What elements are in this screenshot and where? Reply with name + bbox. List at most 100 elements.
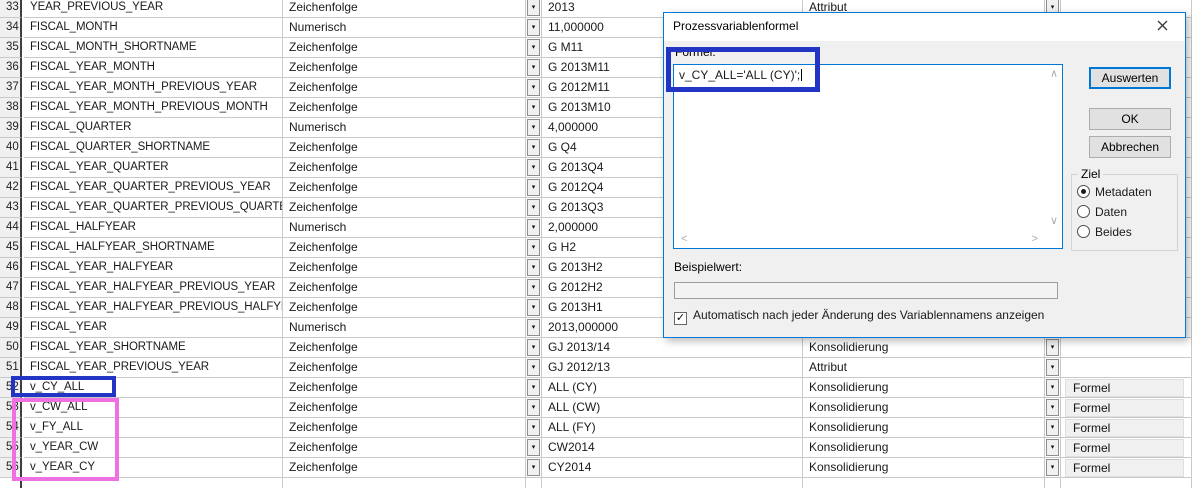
variable-name-cell[interactable]: FISCAL_YEAR	[24, 318, 283, 338]
row-number[interactable]: 43	[0, 198, 22, 218]
formel-button[interactable]: Formel	[1065, 439, 1184, 457]
type-dropdown[interactable]: ▾	[526, 278, 542, 298]
type-cell[interactable]: Zeichenfolge	[283, 398, 526, 418]
row-number[interactable]: 39	[0, 118, 22, 138]
value-cell[interactable]: GJ 2013/14	[542, 338, 803, 358]
row-number[interactable]: 49	[0, 318, 22, 338]
attribute-cell[interactable]: Attribut	[803, 358, 1045, 378]
type-dropdown[interactable]: ▾	[526, 178, 542, 198]
type-dropdown[interactable]: ▾	[526, 458, 542, 478]
type-dropdown[interactable]: ▾	[526, 38, 542, 58]
radio-beides[interactable]: Beides	[1077, 225, 1132, 239]
attribute-cell[interactable]	[803, 478, 1045, 488]
chevron-down-icon[interactable]: ▾	[1046, 459, 1059, 476]
row-number[interactable]: 47	[0, 278, 22, 298]
type-cell[interactable]: Numerisch	[283, 118, 526, 138]
chevron-down-icon[interactable]: ▾	[1046, 339, 1059, 356]
chevron-down-icon[interactable]: ▾	[1046, 359, 1059, 376]
type-dropdown[interactable]: ▾	[526, 138, 542, 158]
attribute-cell[interactable]: Konsolidierung	[803, 378, 1045, 398]
row-number[interactable]: 46	[0, 258, 22, 278]
dialog-titlebar[interactable]: Prozessvariablenformel	[664, 13, 1185, 41]
variable-name-cell[interactable]: FISCAL_HALFYEAR	[24, 218, 283, 238]
scrollbar-left-icon[interactable]: <	[681, 234, 687, 245]
type-dropdown[interactable]: ▾	[526, 18, 542, 38]
abbrechen-button[interactable]: Abbrechen	[1089, 136, 1171, 158]
variable-name-cell[interactable]: FISCAL_MONTH_SHORTNAME	[24, 38, 283, 58]
type-cell[interactable]: Zeichenfolge	[283, 338, 526, 358]
formel-button[interactable]: Formel	[1065, 379, 1184, 397]
row-number[interactable]: 37	[0, 78, 22, 98]
variable-name-cell[interactable]: FISCAL_MONTH	[24, 18, 283, 38]
formel-button[interactable]: Formel	[1065, 419, 1184, 437]
chevron-down-icon[interactable]: ▾	[527, 419, 540, 436]
type-dropdown[interactable]: ▾	[526, 78, 542, 98]
attribute-dropdown[interactable]: ▾	[1045, 458, 1061, 478]
value-cell[interactable]: ALL (FY)	[542, 418, 803, 438]
type-dropdown[interactable]: ▾	[526, 358, 542, 378]
variable-name-cell[interactable]: FISCAL_QUARTER_SHORTNAME	[24, 138, 283, 158]
type-cell[interactable]: Zeichenfolge	[283, 58, 526, 78]
type-dropdown[interactable]: ▾	[526, 338, 542, 358]
type-dropdown[interactable]: ▾	[526, 158, 542, 178]
scrollbar-right-icon[interactable]: >	[1032, 234, 1038, 245]
row-number[interactable]: 38	[0, 98, 22, 118]
variable-name-cell[interactable]: FISCAL_YEAR_QUARTER_PREVIOUS_YEAR	[24, 178, 283, 198]
radio-metadaten[interactable]: Metadaten	[1077, 185, 1152, 199]
scrollbar-up-icon[interactable]: ∧	[1050, 69, 1058, 80]
type-cell[interactable]: Zeichenfolge	[283, 0, 526, 18]
value-cell[interactable]: GJ 2012/13	[542, 358, 803, 378]
variable-name-cell[interactable]: FISCAL_YEAR_MONTH_PREVIOUS_MONTH	[24, 98, 283, 118]
formel-button[interactable]: Formel	[1065, 459, 1184, 477]
type-dropdown[interactable]: ▾	[526, 298, 542, 318]
auto-anzeigen-checkbox[interactable]: ✓Automatisch nach jeder Änderung des Var…	[674, 309, 1044, 323]
value-cell[interactable]: CY2014	[542, 458, 803, 478]
type-cell[interactable]: Zeichenfolge	[283, 438, 526, 458]
chevron-down-icon[interactable]: ▾	[527, 179, 540, 196]
type-cell[interactable]: Zeichenfolge	[283, 178, 526, 198]
chevron-down-icon[interactable]: ▾	[527, 0, 540, 16]
scrollbar-down-icon[interactable]: ∨	[1050, 216, 1058, 227]
type-cell[interactable]: Zeichenfolge	[283, 78, 526, 98]
chevron-down-icon[interactable]: ▾	[527, 259, 540, 276]
chevron-down-icon[interactable]: ▾	[1046, 439, 1059, 456]
variable-name-cell[interactable]: FISCAL_YEAR_PREVIOUS_YEAR	[24, 358, 283, 378]
attribute-cell[interactable]: Konsolidierung	[803, 338, 1045, 358]
type-dropdown[interactable]: ▾	[526, 218, 542, 238]
variable-name-cell[interactable]: FISCAL_YEAR_HALFYEAR_PREVIOUS_YEAR	[24, 278, 283, 298]
chevron-down-icon[interactable]: ▾	[1046, 399, 1059, 416]
type-cell[interactable]: Numerisch	[283, 318, 526, 338]
variable-name-cell[interactable]: FISCAL_YEAR_HALFYEAR	[24, 258, 283, 278]
chevron-down-icon[interactable]: ▾	[527, 279, 540, 296]
row-number[interactable]: 50	[0, 338, 22, 358]
row-number[interactable]: 45	[0, 238, 22, 258]
chevron-down-icon[interactable]: ▾	[1046, 379, 1059, 396]
type-cell[interactable]: Zeichenfolge	[283, 158, 526, 178]
row-number[interactable]: 44	[0, 218, 22, 238]
radio-daten[interactable]: Daten	[1077, 205, 1127, 219]
type-dropdown[interactable]: ▾	[526, 318, 542, 338]
chevron-down-icon[interactable]: ▾	[527, 459, 540, 476]
chevron-down-icon[interactable]: ▾	[527, 299, 540, 316]
attribute-dropdown[interactable]: ▾	[1045, 438, 1061, 458]
value-cell[interactable]: ALL (CW)	[542, 398, 803, 418]
auswerten-button[interactable]: Auswerten	[1089, 67, 1171, 89]
type-cell[interactable]	[283, 478, 526, 488]
chevron-down-icon[interactable]: ▾	[527, 139, 540, 156]
type-dropdown[interactable]: ▾	[526, 118, 542, 138]
chevron-down-icon[interactable]: ▾	[527, 39, 540, 56]
type-dropdown[interactable]: ▾	[526, 258, 542, 278]
attribute-dropdown[interactable]	[1045, 478, 1061, 488]
row-number[interactable]: 33	[0, 0, 22, 18]
attribute-dropdown[interactable]: ▾	[1045, 338, 1061, 358]
chevron-down-icon[interactable]: ▾	[527, 399, 540, 416]
chevron-down-icon[interactable]: ▾	[527, 99, 540, 116]
attribute-dropdown[interactable]: ▾	[1045, 418, 1061, 438]
type-cell[interactable]: Zeichenfolge	[283, 378, 526, 398]
chevron-down-icon[interactable]: ▾	[527, 359, 540, 376]
close-icon[interactable]	[1140, 13, 1185, 41]
attribute-cell[interactable]: Konsolidierung	[803, 398, 1045, 418]
chevron-down-icon[interactable]: ▾	[527, 19, 540, 36]
type-dropdown[interactable]: ▾	[526, 378, 542, 398]
row-number[interactable]: 36	[0, 58, 22, 78]
